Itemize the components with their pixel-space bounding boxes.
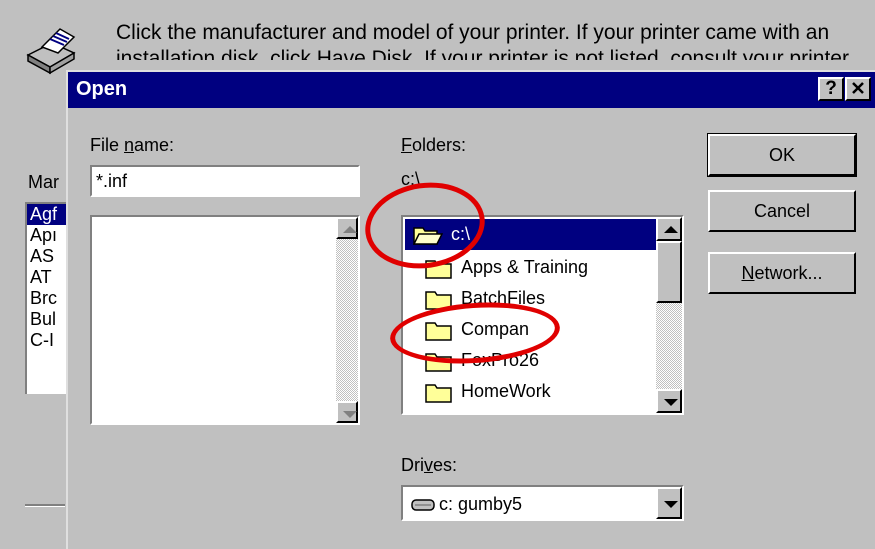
manufacturers-label: Mar [28,172,59,193]
help-button[interactable]: ? [818,77,844,101]
file-list[interactable] [90,215,360,425]
file-scroll-down-button[interactable] [336,401,358,423]
wizard-description: Click the manufacturer and model of your… [116,20,861,72]
folder-name: HomeWork [461,381,551,401]
scroll-down-icon [664,399,678,406]
wizard-separator [25,504,65,507]
folder-name: Apps & Training [461,257,589,277]
dialog-title: Open [76,78,128,100]
close-button[interactable] [845,77,871,101]
manufacturer-item[interactable]: C-I [27,330,67,351]
file-name-label: File name: [90,135,175,155]
manufacturer-item[interactable]: Brc [27,288,67,309]
drives-dropdown-button[interactable] [656,487,682,519]
cancel-button[interactable]: Cancel [708,190,856,232]
scroll-up-icon [664,226,678,233]
folder-scroll-down-button[interactable] [656,389,682,413]
file-list-scrollbar[interactable] [336,217,358,423]
scroll-up-icon [343,226,357,233]
chevron-down-icon [664,501,678,508]
folder-scroll-up-button[interactable] [656,217,682,241]
folders-label: Folders: [401,135,467,155]
folder-item[interactable]: HomeWork [425,376,665,407]
manufacturer-item[interactable]: AS [27,246,67,267]
manufacturers-label-text: Mar [28,172,59,192]
ok-button[interactable]: OK [707,133,857,177]
file-scroll-up-button[interactable] [336,217,358,239]
scroll-down-icon [343,411,357,418]
folder-icon [425,384,452,403]
manufacturer-item[interactable]: Agf [27,204,67,225]
printer-icon [22,25,82,75]
network-button[interactable]: Network... [708,252,856,294]
drives-label: Drives: [401,455,458,475]
drive-selected: c: gumby5 [411,491,522,517]
wizard-description-line2: installation disk, click Have Disk. If y… [116,47,861,60]
folder-scroll-thumb[interactable] [656,241,682,303]
drives-dropdown[interactable]: c: gumby5 [401,485,684,521]
dialog-titlebar[interactable]: Open ? [68,72,875,108]
hard-drive-icon [411,499,435,511]
close-icon [852,82,864,94]
manufacturers-list[interactable]: Agf Apı AS AT Brc Bul C-I [25,202,67,394]
file-name-input[interactable] [90,165,360,197]
manufacturer-item[interactable]: Apı [27,225,67,246]
manufacturer-item[interactable]: AT [27,267,67,288]
wizard-description-line1: Click the manufacturer and model of your… [116,21,830,44]
drive-name: c: gumby5 [439,494,523,514]
folder-list-scrollbar[interactable] [656,217,682,413]
manufacturer-item[interactable]: Bul [27,309,67,330]
